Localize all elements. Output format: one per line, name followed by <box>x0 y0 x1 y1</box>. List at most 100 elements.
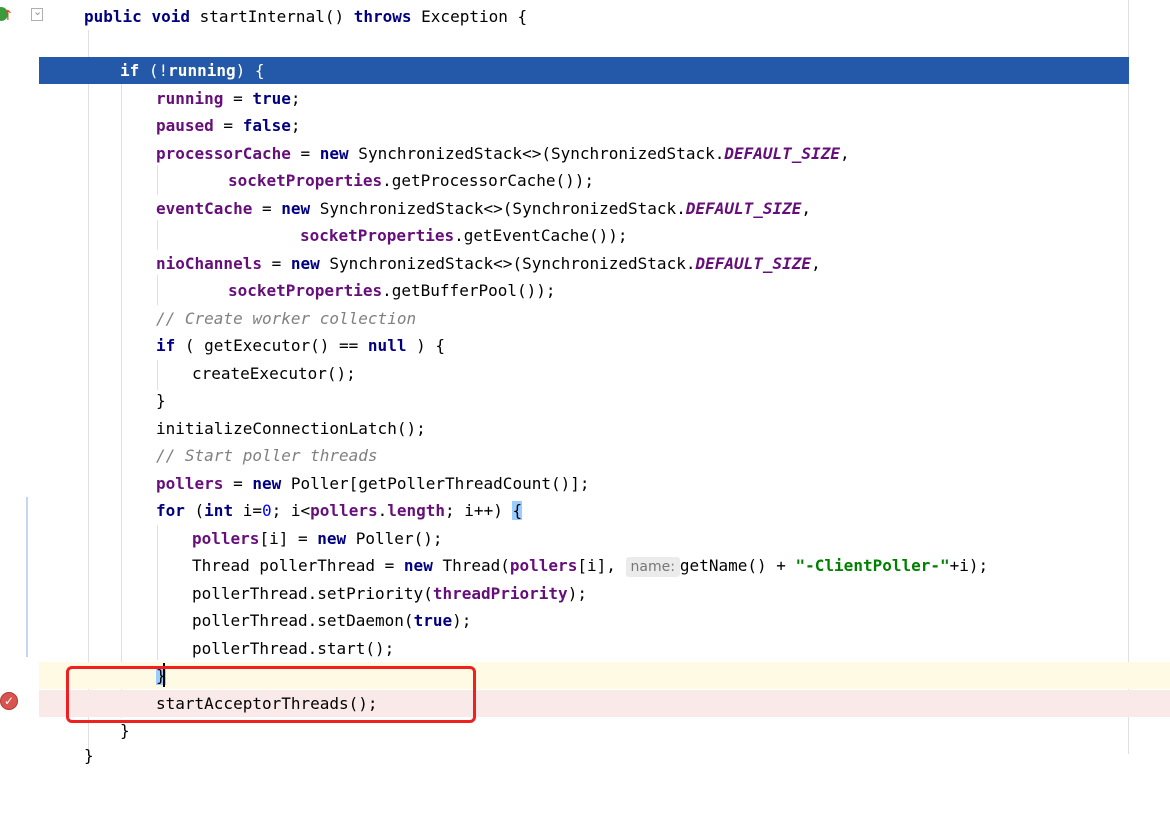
code-line[interactable]: createExecutor(); <box>0 360 1170 387</box>
matched-brace: { <box>512 501 523 520</box>
keyword: null <box>367 336 407 355</box>
code-text: = <box>213 116 243 135</box>
code-text: .getBufferPool()); <box>382 281 556 300</box>
keyword: true <box>413 611 453 630</box>
code-line[interactable]: pollerThread.setPriority(threadPriority)… <box>0 580 1170 607</box>
code-text: .getEventCache()); <box>454 226 628 245</box>
breakpoint-icon[interactable]: ✓ <box>0 692 18 710</box>
keyword: new <box>281 199 311 218</box>
code-text: ( getExecutor() == <box>175 336 368 355</box>
field-name: running <box>156 89 224 108</box>
override-method-icon[interactable]: ↑ <box>0 7 14 23</box>
fold-icon[interactable]: ⌄ <box>31 5 43 21</box>
code-line[interactable]: pollerThread.setDaemon(true); <box>0 607 1170 634</box>
code-line[interactable]: running = true; <box>0 85 1170 112</box>
code-text: = <box>223 89 253 108</box>
code-text: +i); <box>949 556 989 575</box>
field-name: length <box>387 501 446 520</box>
constant-name: DEFAULT_SIZE <box>695 254 812 273</box>
keyword: new <box>403 556 433 575</box>
field-name: socketProperties <box>228 281 383 300</box>
code-text: Thread( <box>432 556 510 575</box>
code-line[interactable]: pollers[i] = new Poller(); <box>0 525 1170 552</box>
field-name: processorCache <box>156 144 291 163</box>
check-icon: ✓ <box>4 694 15 708</box>
code-text: } <box>120 721 130 740</box>
code-text: = <box>261 254 291 273</box>
highlight-annotation-box <box>66 666 476 723</box>
code-line-current[interactable]: if (!running) { <box>39 57 1129 84</box>
field-name: nioChannels <box>156 254 262 273</box>
code-text: ) { <box>235 61 265 80</box>
constant-name: DEFAULT_SIZE <box>685 199 802 218</box>
code-text: = <box>252 199 282 218</box>
field-name: paused <box>156 116 214 135</box>
code-text: ); <box>567 584 587 603</box>
code-line[interactable]: socketProperties.getProcessorCache()); <box>0 167 1170 194</box>
arrow-up-icon: ↑ <box>2 8 14 24</box>
code-text: ; <box>290 89 301 108</box>
code-text: , <box>839 144 850 163</box>
code-text: Poller(); <box>346 529 443 548</box>
code-text: .getProcessorCache()); <box>382 171 595 190</box>
field-name: threadPriority <box>432 584 568 603</box>
code-line[interactable]: } <box>0 742 1170 769</box>
code-line[interactable]: socketProperties.getEventCache()); <box>0 222 1170 249</box>
string-literal: "-ClientPoller-" <box>795 556 950 575</box>
code-line[interactable]: public void startInternal() throws Excep… <box>0 3 1170 30</box>
code-line[interactable]: socketProperties.getBufferPool()); <box>0 277 1170 304</box>
code-text: SynchronizedStack<>(SynchronizedStack. <box>319 254 696 273</box>
code-text: } <box>84 746 94 765</box>
keyword: new <box>290 254 320 273</box>
code-line[interactable]: // Create worker collection <box>0 305 1170 332</box>
code-text: Poller[getPollerThreadCount()]; <box>281 474 590 493</box>
keyword: if <box>120 61 140 80</box>
number-literal: 0 <box>261 501 272 520</box>
code-text: . <box>377 501 388 520</box>
field-name: pollers <box>310 501 378 520</box>
code-line[interactable]: eventCache = new SynchronizedStack<>(Syn… <box>0 195 1170 222</box>
keyword: new <box>317 529 347 548</box>
keyword: for <box>156 501 185 520</box>
keyword: true <box>252 89 291 108</box>
keyword: new <box>319 144 349 163</box>
code-text: ; <box>290 116 301 135</box>
keyword: new <box>252 474 282 493</box>
code-line[interactable]: processorCache = new SynchronizedStack<>… <box>0 140 1170 167</box>
code-line[interactable]: paused = false; <box>0 112 1170 139</box>
code-text: initializeConnectionLatch(); <box>156 419 426 438</box>
code-text: pollerThread.setPriority( <box>192 584 433 603</box>
code-text: , <box>801 199 812 218</box>
code-text: SynchronizedStack<>(SynchronizedStack. <box>310 199 686 218</box>
code-line[interactable]: pollers = new Poller[getPollerThreadCoun… <box>0 470 1170 497</box>
field-name: pollers <box>156 474 224 493</box>
constant-name: DEFAULT_SIZE <box>724 144 840 163</box>
field-name: socketProperties <box>300 226 455 245</box>
code-comment: // Create worker collection <box>156 309 417 328</box>
field-name: socketProperties <box>228 171 383 190</box>
code-line[interactable]: Thread pollerThread = new Thread(pollers… <box>0 552 1170 579</box>
code-text: getName() + <box>679 556 796 575</box>
code-line[interactable]: // Start poller threads <box>0 442 1170 469</box>
code-editor[interactable]: public void startInternal() throws Excep… <box>0 0 1170 765</box>
keyword: if <box>156 336 176 355</box>
code-text: } <box>156 391 166 410</box>
code-text: Thread pollerThread = <box>192 556 404 575</box>
code-text: ; i< <box>271 501 311 520</box>
code-line[interactable]: pollerThread.start(); <box>0 635 1170 662</box>
keyword: void <box>151 7 190 26</box>
code-comment: // Start poller threads <box>156 446 378 465</box>
keyword: false <box>242 116 291 135</box>
code-text: startInternal() <box>189 7 354 26</box>
code-text: , <box>811 254 821 273</box>
code-line[interactable]: initializeConnectionLatch(); <box>0 415 1170 442</box>
code-line[interactable]: if ( getExecutor() == null ) { <box>0 332 1170 359</box>
code-line[interactable]: } <box>0 387 1170 414</box>
code-text: ) { <box>406 336 445 355</box>
code-line[interactable]: for (int i=0; i<pollers.length; i++) { <box>0 497 1170 524</box>
code-text: = <box>290 144 320 163</box>
code-line[interactable]: nioChannels = new SynchronizedStack<>(Sy… <box>0 250 1170 277</box>
field-name: eventCache <box>156 199 253 218</box>
code-text: createExecutor(); <box>192 364 356 383</box>
code-text: ( <box>184 501 205 520</box>
